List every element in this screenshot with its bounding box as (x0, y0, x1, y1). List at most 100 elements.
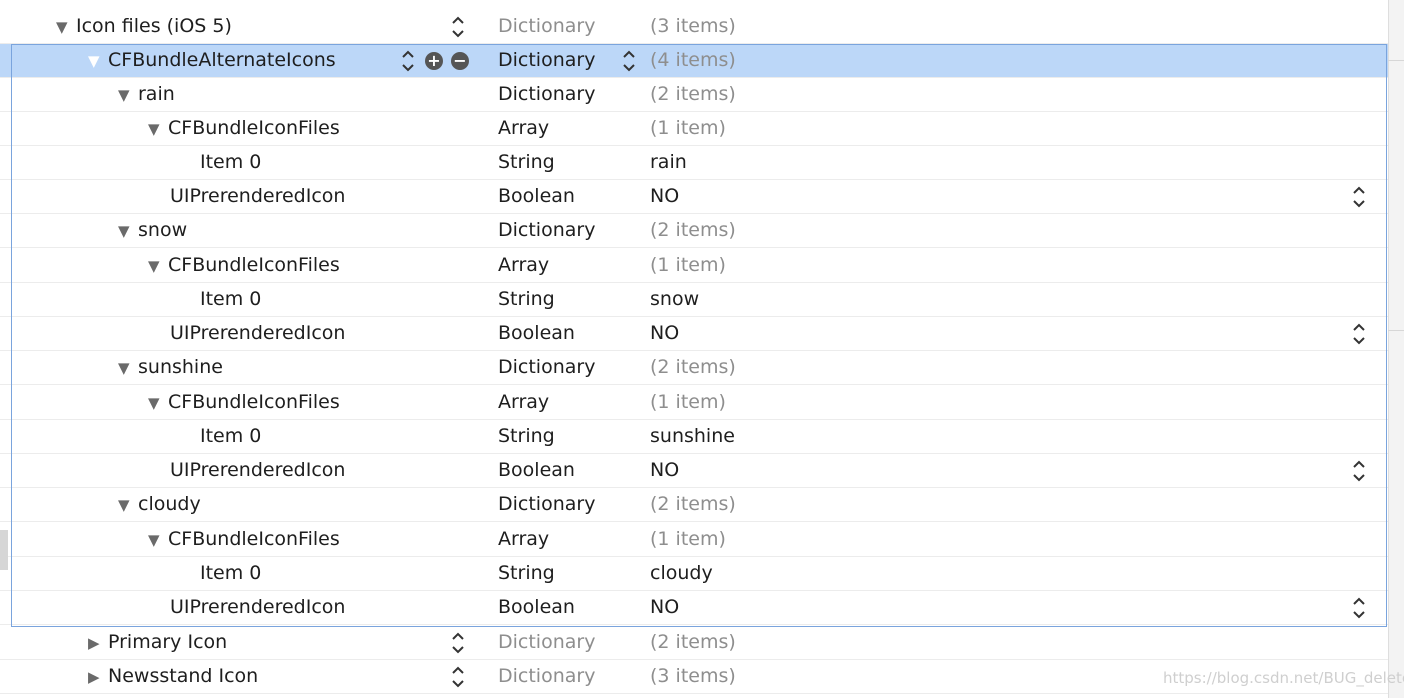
row-key-label: CFBundleIconFiles (168, 391, 340, 413)
row-key: UIPrerenderedIcon (170, 459, 346, 481)
disclosure-triangle-down-icon[interactable]: ▼ (118, 215, 138, 248)
row-type[interactable]: Array (498, 249, 549, 283)
disclosure-triangle-down-icon[interactable]: ▼ (118, 79, 138, 112)
up-down-chevron-icon[interactable] (451, 14, 465, 40)
up-down-chevron-icon[interactable] (1352, 458, 1366, 484)
scrollbar-divider (1388, 60, 1404, 61)
row-key: UIPrerenderedIcon (170, 596, 346, 618)
partial-row-above (60, 0, 68, 2)
plist-row[interactable]: ▼ cloudy Dictionary (2 items) (0, 488, 1388, 522)
plist-row-selected[interactable]: ▼ CFBundleAlternateIcons + − Dictionary (… (0, 44, 1388, 78)
row-type[interactable]: Dictionary (498, 78, 595, 112)
plist-row[interactable]: ▼ CFBundleIconFiles Array (1 item) (0, 249, 1388, 283)
disclosure-triangle-right-icon[interactable]: ▶ (88, 627, 108, 660)
plist-row[interactable]: UIPrerenderedIcon Boolean NO (0, 317, 1388, 351)
row-key: ▼ CFBundleIconFiles (148, 249, 340, 283)
row-type[interactable]: Dictionary (498, 351, 595, 385)
row-type[interactable]: Dictionary (498, 44, 595, 78)
plist-row[interactable]: Item 0 String cloudy (0, 557, 1388, 591)
row-key: Item 0 (200, 288, 262, 310)
row-type[interactable]: Array (498, 112, 549, 146)
up-down-chevron-icon[interactable] (1352, 595, 1366, 621)
up-down-chevron-icon[interactable] (1352, 321, 1366, 347)
disclosure-triangle-down-icon[interactable]: ▼ (148, 113, 168, 146)
row-value: (2 items) (650, 356, 736, 378)
plist-editor: ▼ Icon files (iOS 5) Dictionary (3 items)… (0, 0, 1388, 698)
plist-row[interactable]: Item 0 String rain (0, 146, 1388, 180)
row-value: (2 items) (650, 493, 736, 515)
disclosure-triangle-down-icon[interactable]: ▼ (148, 250, 168, 283)
row-type[interactable]: Dictionary (498, 660, 595, 694)
row-type[interactable]: Boolean (498, 317, 575, 351)
row-value[interactable]: sunshine (650, 420, 735, 454)
row-value: (4 items) (650, 49, 736, 71)
disclosure-triangle-right-icon[interactable]: ▶ (88, 661, 108, 694)
disclosure-triangle-down-icon[interactable]: ▼ (56, 11, 76, 44)
row-key: ▼ CFBundleIconFiles (148, 386, 340, 420)
disclosure-triangle-down-icon[interactable]: ▼ (148, 387, 168, 420)
row-key-label: snow (138, 219, 188, 241)
plist-row[interactable]: ▼ CFBundleIconFiles Array (1 item) (0, 523, 1388, 557)
plus-circle-icon[interactable]: + (425, 52, 443, 70)
minus-circle-icon[interactable]: − (451, 52, 469, 70)
row-key: ▼ Icon files (iOS 5) (56, 10, 232, 44)
row-value[interactable]: rain (650, 146, 687, 180)
row-type[interactable]: Dictionary (498, 488, 595, 522)
row-type[interactable]: Dictionary (498, 214, 595, 248)
row-value[interactable]: cloudy (650, 557, 713, 591)
row-key-label: Icon files (iOS 5) (76, 15, 232, 37)
row-key: ▶ Primary Icon (88, 626, 227, 660)
disclosure-triangle-down-icon[interactable]: ▼ (118, 352, 138, 385)
row-type[interactable]: Boolean (498, 591, 575, 625)
plist-row[interactable]: ▼ sunshine Dictionary (2 items) (0, 351, 1388, 385)
plist-row[interactable]: UIPrerenderedIcon Boolean NO (0, 591, 1388, 625)
disclosure-triangle-down-icon[interactable]: ▼ (148, 524, 168, 557)
plist-row[interactable]: Item 0 String sunshine (0, 420, 1388, 454)
row-value[interactable]: NO (650, 317, 679, 351)
row-key: ▶ Newsstand Icon (88, 660, 258, 694)
row-type[interactable]: Dictionary (498, 626, 595, 660)
row-key-label: Primary Icon (108, 631, 228, 653)
row-value: (2 items) (650, 219, 736, 241)
plist-row[interactable]: ▶ Primary Icon Dictionary (2 items) (0, 626, 1388, 660)
disclosure-triangle-down-icon[interactable]: ▼ (88, 45, 108, 78)
plist-row[interactable]: ▼ Icon files (iOS 5) Dictionary (3 items) (0, 10, 1388, 44)
plist-row[interactable]: UIPrerenderedIcon Boolean NO (0, 454, 1388, 488)
left-resize-edge (0, 530, 8, 570)
row-type[interactable]: Boolean (498, 180, 575, 214)
row-value: (1 item) (650, 391, 726, 413)
row-key: Item 0 (200, 425, 262, 447)
up-down-chevron-icon[interactable] (451, 630, 465, 656)
row-key-label: CFBundleIconFiles (168, 254, 340, 276)
row-value[interactable]: NO (650, 454, 679, 488)
row-key-label: cloudy (138, 493, 201, 515)
row-value: (1 item) (650, 117, 726, 139)
row-key: ▼ CFBundleIconFiles (148, 112, 340, 146)
plist-row[interactable]: Item 0 String snow (0, 283, 1388, 317)
up-down-chevron-icon[interactable] (622, 48, 636, 74)
plist-row[interactable]: ▼ rain Dictionary (2 items) (0, 78, 1388, 112)
plist-row[interactable]: ▼ CFBundleIconFiles Array (1 item) (0, 386, 1388, 420)
plist-row[interactable]: ▼ snow Dictionary (2 items) (0, 214, 1388, 248)
up-down-chevron-icon[interactable] (401, 48, 415, 74)
row-value[interactable]: NO (650, 180, 679, 214)
vertical-scrollbar[interactable] (1388, 0, 1404, 698)
row-value[interactable]: NO (650, 591, 679, 625)
up-down-chevron-icon[interactable] (1352, 184, 1366, 210)
row-value[interactable]: snow (650, 283, 699, 317)
row-type[interactable]: Dictionary (498, 10, 595, 44)
row-type[interactable]: String (498, 283, 555, 317)
disclosure-triangle-down-icon[interactable]: ▼ (118, 489, 138, 522)
up-down-chevron-icon[interactable] (451, 664, 465, 690)
plist-row[interactable]: ▼ CFBundleIconFiles Array (1 item) (0, 112, 1388, 146)
row-type[interactable]: Boolean (498, 454, 575, 488)
row-type[interactable]: Array (498, 523, 549, 557)
row-type[interactable]: String (498, 146, 555, 180)
plist-row[interactable]: UIPrerenderedIcon Boolean NO (0, 180, 1388, 214)
row-key: UIPrerenderedIcon (170, 322, 346, 344)
row-type[interactable]: String (498, 420, 555, 454)
row-key: ▼ rain (118, 78, 175, 112)
row-key-label: Newsstand Icon (108, 665, 259, 687)
row-type[interactable]: Array (498, 386, 549, 420)
row-type[interactable]: String (498, 557, 555, 591)
